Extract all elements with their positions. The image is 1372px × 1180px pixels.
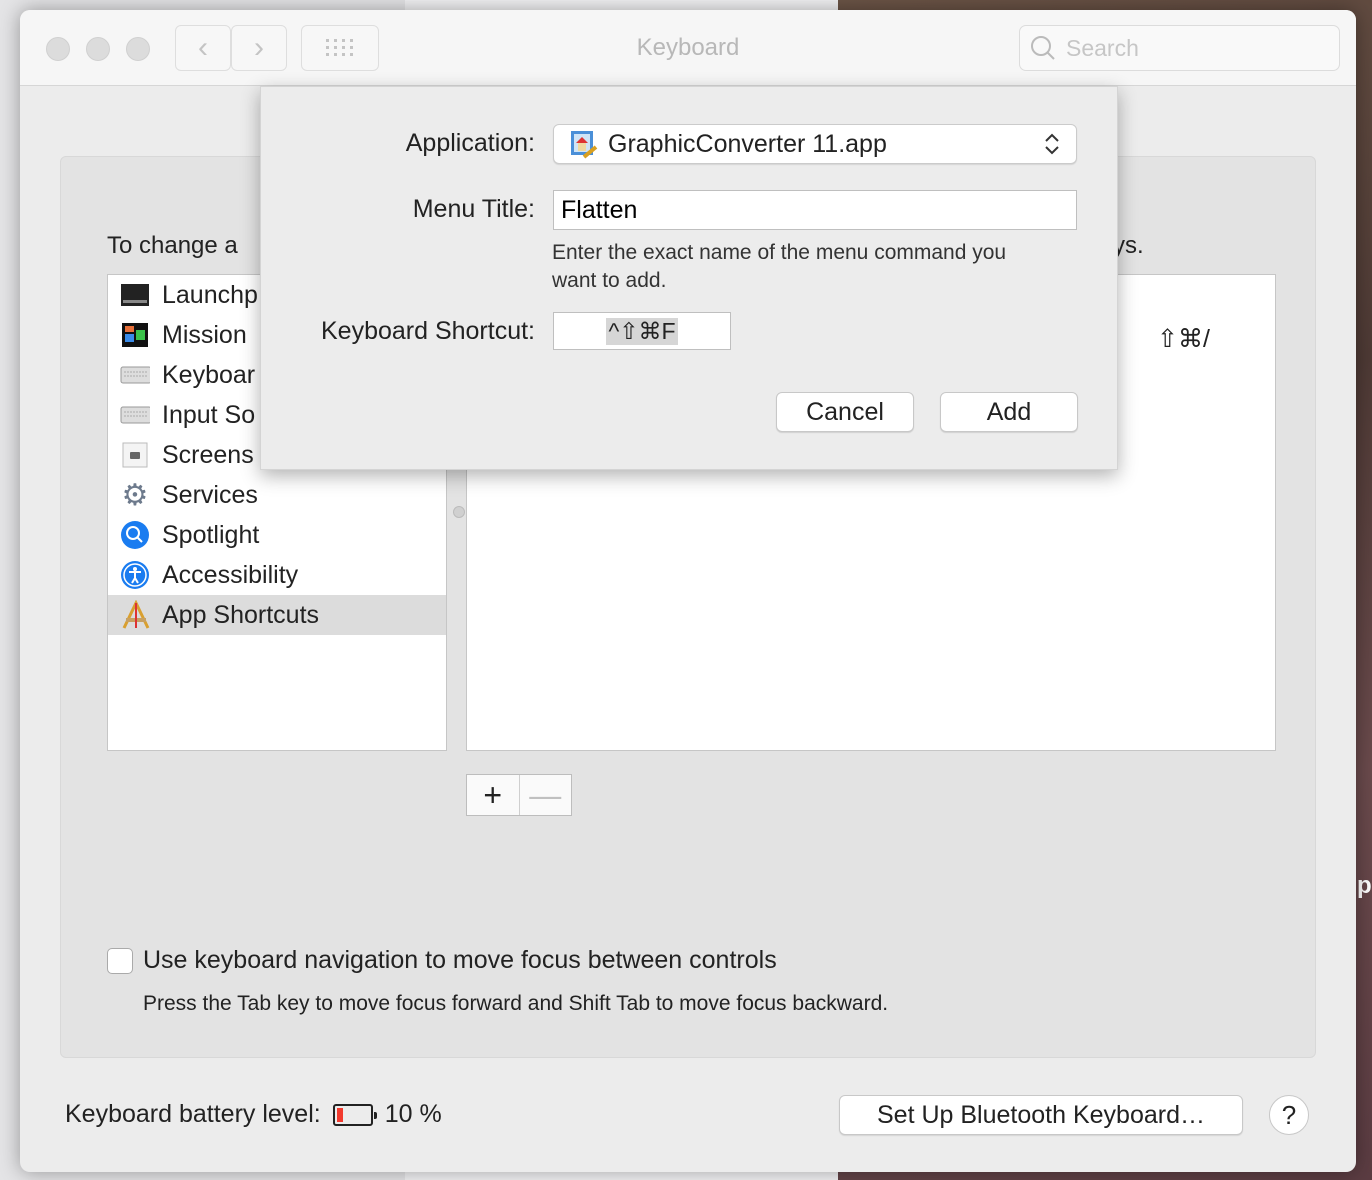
category-label: Launchp: [162, 280, 258, 309]
search-field[interactable]: Search: [1019, 25, 1340, 71]
cancel-button[interactable]: Cancel: [776, 392, 914, 432]
category-spotlight[interactable]: Spotlight: [108, 515, 446, 555]
screenshot-icon: [120, 440, 150, 470]
category-services[interactable]: ⚙ Services: [108, 475, 446, 515]
category-accessibility[interactable]: Accessibility: [108, 555, 446, 595]
search-icon: [1031, 36, 1055, 60]
graphicconverter-app-icon: [571, 131, 598, 159]
keyboard-navigation-help: Press the Tab key to move focus forward …: [143, 992, 889, 1015]
add-shortcut-button[interactable]: +: [467, 775, 519, 815]
category-app-shortcuts[interactable]: App Shortcuts: [108, 595, 446, 635]
keyboard-navigation-checkbox[interactable]: [107, 948, 133, 974]
battery-label: Keyboard battery level:: [65, 1100, 321, 1128]
category-label: Keyboar: [162, 360, 256, 389]
add-remove-control: + —: [466, 774, 572, 816]
add-shortcut-sheet: Application: GraphicConverter 11.app Men…: [260, 86, 1118, 470]
battery-level: Keyboard battery level: 10 %: [65, 1100, 442, 1129]
application-value: GraphicConverter 11.app: [608, 129, 887, 158]
chevron-up-down-icon: [1045, 133, 1059, 155]
split-view-handle[interactable]: [453, 506, 465, 518]
battery-fill: [336, 1107, 344, 1122]
app-shortcuts-icon: [120, 600, 150, 630]
desktop-text: p: [1357, 872, 1372, 899]
add-button[interactable]: Add: [940, 392, 1078, 432]
menu-title-input[interactable]: [553, 190, 1077, 230]
category-label: Screens: [162, 440, 254, 469]
mission-control-icon: [120, 320, 150, 350]
category-label: Services: [162, 480, 258, 509]
setup-bluetooth-keyboard-button[interactable]: Set Up Bluetooth Keyboard…: [839, 1095, 1243, 1135]
category-label: Spotlight: [162, 520, 260, 549]
category-label: App Shortcuts: [162, 600, 320, 629]
menu-title-label: Menu Title:: [412, 195, 535, 223]
battery-percent: 10 %: [384, 1100, 442, 1128]
shortcut-value: ^⇧⌘F: [606, 317, 678, 345]
keyboard-icon: [120, 360, 150, 390]
launchpad-icon: [120, 280, 150, 310]
category-label: Input So: [162, 400, 256, 429]
remove-shortcut-button[interactable]: —: [518, 775, 572, 815]
gear-icon: ⚙: [121, 478, 149, 512]
keyboard-shortcut-label: Keyboard Shortcut:: [320, 317, 535, 345]
accessibility-icon: [120, 560, 150, 590]
battery-icon: [332, 1103, 377, 1126]
instruction-text: To change a: [107, 232, 238, 259]
keyboard-navigation-label[interactable]: Use keyboard navigation to move focus be…: [143, 946, 777, 975]
input-sources-icon: [120, 400, 150, 430]
category-label: Mission: [162, 320, 247, 349]
spotlight-icon: [120, 520, 150, 550]
title-bar: ‹ › Keyboard Search: [20, 10, 1356, 86]
application-select[interactable]: GraphicConverter 11.app: [553, 124, 1077, 164]
menu-title-hint: Enter the exact name of the menu command…: [552, 241, 1007, 292]
help-button[interactable]: ?: [1269, 1095, 1309, 1135]
shortcut-key-combo: ⇧⌘/: [1157, 325, 1210, 353]
application-label: Application:: [405, 129, 535, 157]
category-label: Accessibility: [162, 560, 299, 589]
search-placeholder: Search: [1066, 34, 1139, 61]
keyboard-shortcut-field[interactable]: ^⇧⌘F: [553, 312, 731, 350]
